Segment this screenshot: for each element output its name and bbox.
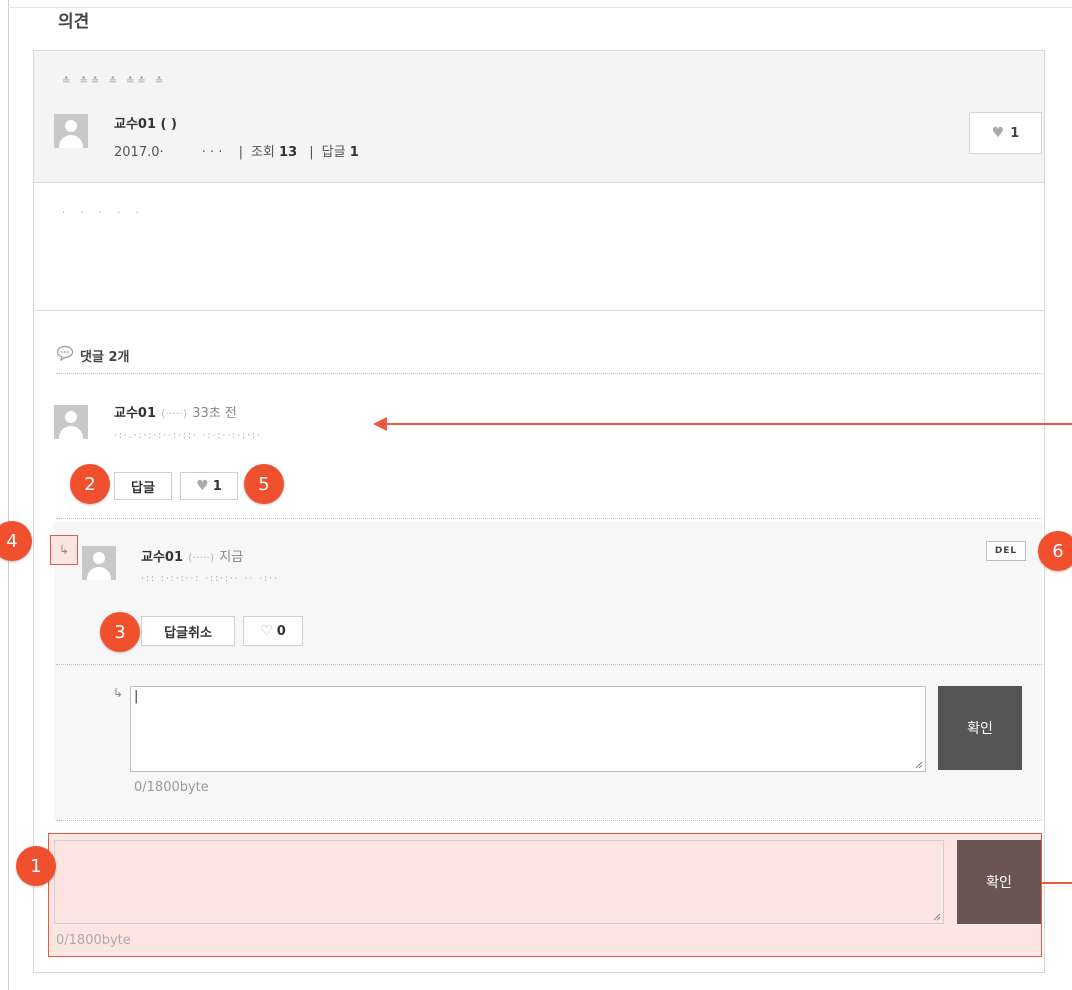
views-label: 조회: [250, 145, 275, 160]
comment-header: 교수01 (·····) 33초 전: [114, 402, 237, 421]
reply-confirm-button[interactable]: 확인: [938, 686, 1022, 770]
delete-button[interactable]: DEL: [986, 541, 1026, 561]
heart-icon: ♥: [991, 125, 1005, 141]
post-date-tail: · · ·: [201, 145, 223, 160]
badge-1: 1: [16, 846, 56, 886]
reply-byte-counter: 0/1800byte: [134, 780, 209, 795]
comment-like-button[interactable]: ♥ 1: [180, 472, 238, 500]
reply-button[interactable]: 답글: [114, 472, 172, 500]
comment-time: 33초 전: [192, 406, 237, 421]
replies-count: 1: [349, 145, 359, 160]
post-header: [34, 51, 1044, 183]
badge-4: 4: [0, 521, 32, 561]
comment-input[interactable]: [54, 840, 944, 924]
replies-label: 답글: [321, 145, 346, 160]
page-top-border: [8, 7, 1072, 8]
reply-arrow-icon: ↳: [50, 535, 78, 565]
post-author: 교수01 ( ): [114, 117, 177, 132]
post-title: ≛ ≛≛ ≛ ≛≛ ≛: [62, 76, 167, 87]
comment-text: ·:·.·:·:·:··:·::· ·:·:··:·:·:·: [114, 431, 262, 441]
comment-confirm-button[interactable]: 확인: [957, 840, 1041, 924]
resize-handle-icon[interactable]: [931, 911, 941, 921]
section-title: 의견: [58, 12, 90, 32]
comment-bubble-icon: [56, 345, 74, 365]
badge-2: 2: [70, 464, 110, 504]
cancel-reply-button[interactable]: 답글취소: [141, 616, 235, 646]
comment-like-count: 1: [212, 478, 222, 494]
page-left-border: [8, 0, 9, 990]
reply-like-button[interactable]: ♡ 0: [243, 616, 303, 646]
heart-icon: ♥: [196, 478, 209, 494]
reply-text: ·:: :·:·:··: ·::·:·· ·· ·:··: [141, 574, 279, 584]
arrowhead-icon: [373, 417, 387, 431]
comments-header: 댓글 2개: [56, 345, 129, 365]
comment-author: 교수01: [114, 406, 157, 421]
divider: [34, 310, 1044, 311]
badge-6: 6: [1038, 531, 1072, 571]
post-content: · · · · ·: [62, 208, 145, 219]
reply-author: 교수01: [141, 550, 184, 565]
text-cursor: |: [134, 689, 139, 704]
reply-time: 지금: [219, 550, 244, 565]
reply-form-arrow-icon: ↳: [113, 686, 124, 700]
post-date: 2017.0·: [114, 145, 164, 160]
badge-5: 5: [244, 464, 284, 504]
reply-section: [54, 522, 1042, 820]
comment-author-id: (·····): [161, 407, 188, 420]
badge-3: 3: [100, 612, 140, 652]
divider: [56, 820, 1042, 821]
divider: [56, 373, 1042, 374]
reply-author-id: (·····): [188, 551, 215, 564]
divider: [56, 518, 1042, 519]
comments-count: 댓글 2개: [80, 349, 130, 365]
heart-outline-icon: ♡: [260, 623, 273, 639]
avatar: [54, 114, 88, 148]
reply-like-count: 0: [276, 623, 286, 639]
avatar: [54, 405, 88, 439]
post-like-button[interactable]: ♥ 1: [969, 112, 1042, 154]
avatar: [82, 546, 116, 580]
reply-header: 교수01 (·····) 지금: [141, 546, 243, 565]
post-meta: 2017.0· · · · | 조회 13 | 답글 1: [114, 145, 359, 160]
divider: [56, 664, 1042, 665]
annotation-arrow: [386, 423, 1072, 425]
comment-byte-counter: 0/1800byte: [56, 933, 131, 948]
resize-handle-icon[interactable]: [913, 759, 923, 769]
reply-input[interactable]: |: [130, 686, 926, 772]
post-like-count: 1: [1010, 125, 1020, 141]
annotation-line: [1042, 882, 1072, 884]
views-count: 13: [279, 145, 298, 160]
